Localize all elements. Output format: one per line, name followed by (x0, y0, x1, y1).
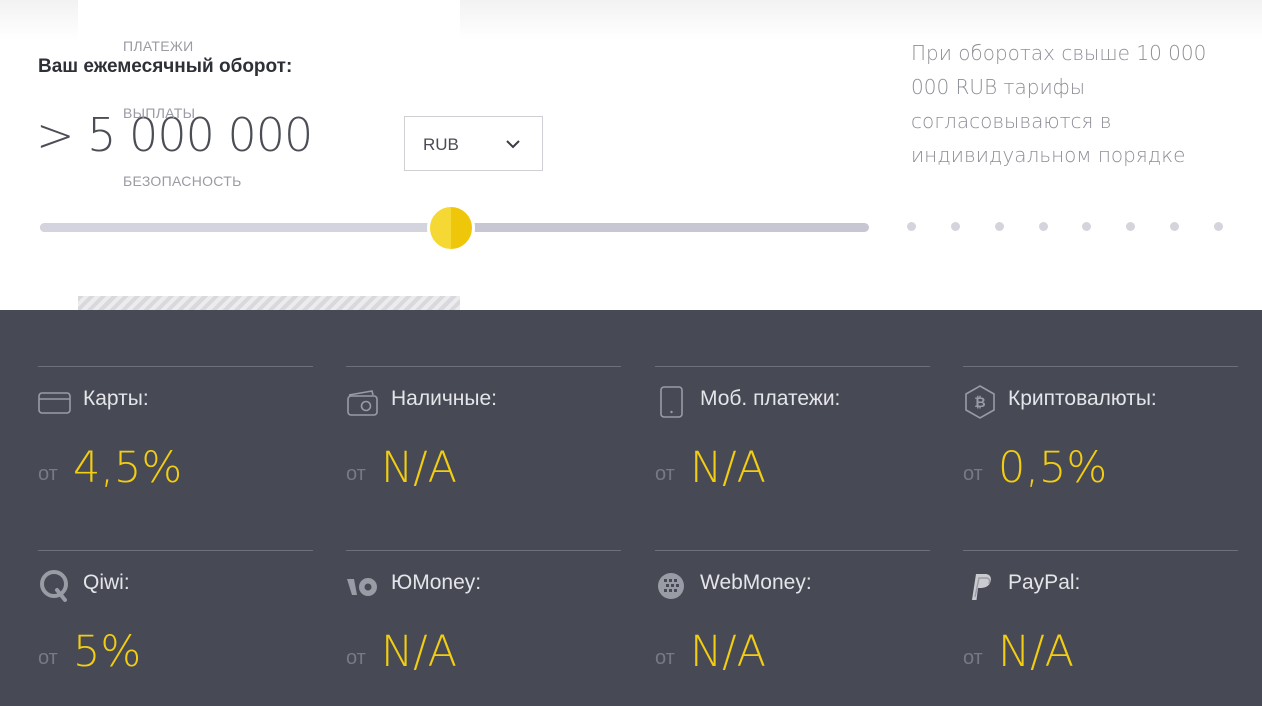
slider-step-dot[interactable] (1214, 222, 1223, 231)
currency-select[interactable]: RUB (404, 116, 543, 171)
calculator-section: Ваш ежемесячный оборот: ПЛАТЕЖИ > 5 000 … (0, 0, 1262, 310)
mobile-icon (660, 386, 683, 418)
slider-step-dot[interactable] (1170, 222, 1179, 231)
slider-step-dot[interactable] (995, 222, 1004, 231)
rate-value: 5% (73, 627, 142, 677)
rate-value: 0,5% (998, 443, 1108, 493)
rate-label: Qiwi: (83, 571, 130, 594)
slider-step-dot[interactable] (1039, 222, 1048, 231)
rate-prefix: от (963, 463, 983, 485)
currency-value: RUB (423, 135, 459, 154)
slider-step-dot[interactable] (1126, 222, 1135, 231)
rate-value: N/A (381, 443, 458, 493)
rate-card-yoomoney: ЮMoney: от N/A (346, 550, 621, 700)
rate-label: Карты: (83, 387, 149, 410)
slider-thumb[interactable] (426, 204, 475, 252)
menu-item-security[interactable]: БЕЗОПАСНОСТЬ (123, 173, 242, 189)
rate-prefix: от (346, 463, 366, 485)
rate-label: Наличные: (391, 387, 497, 410)
menu-item-payments[interactable]: ПЛАТЕЖИ (123, 38, 193, 54)
turnover-note: При оборотах свыше 10 000 000 RUB тарифы… (911, 41, 1207, 167)
rate-label: Криптовалюты: (1008, 387, 1157, 410)
qiwi-icon (40, 570, 68, 602)
rates-section: Карты: от 4,5% Наличные: от N/A Моб. пла… (0, 310, 1262, 706)
rate-card-crypto: ₿ Криптовалюты: от 0,5% (963, 366, 1238, 516)
rate-card-cards: Карты: от 4,5% (38, 366, 313, 516)
card-icon (38, 392, 71, 414)
bitcoin-icon: ₿ (965, 385, 995, 419)
rate-card-paypal: PayPal: от N/A (963, 550, 1238, 700)
paypal-icon (972, 574, 991, 600)
svg-text:₿: ₿ (974, 394, 985, 410)
rate-prefix: от (963, 647, 983, 669)
rate-card-webmoney: WebMoney: от N/A (655, 550, 930, 700)
rate-prefix: от (655, 463, 675, 485)
rate-label: PayPal: (1008, 571, 1081, 594)
rate-prefix: от (38, 463, 58, 485)
rate-value: N/A (381, 627, 458, 677)
rate-prefix: от (38, 647, 58, 669)
rate-card-qiwi: Qiwi: от 5% (38, 550, 313, 700)
yoomoney-icon (347, 578, 377, 596)
slider-fill (40, 223, 455, 232)
rate-label: ЮMoney: (391, 571, 482, 594)
turnover-heading: Ваш ежемесячный оборот: (38, 56, 293, 77)
slider-step-dot[interactable] (907, 222, 916, 231)
webmoney-icon (658, 573, 684, 599)
rate-value: 4,5% (73, 443, 183, 493)
rate-prefix: от (655, 647, 675, 669)
rate-card-mobile: Моб. платежи: от N/A (655, 366, 930, 516)
rate-value: N/A (690, 443, 767, 493)
rate-card-cash: Наличные: от N/A (346, 366, 621, 516)
chevron-down-icon (506, 140, 520, 149)
rate-label: Моб. платежи: (700, 387, 841, 410)
rate-label: WebMoney: (700, 571, 812, 594)
menu-item-payouts[interactable]: ВЫПЛАТЫ (123, 105, 195, 121)
rate-prefix: от (346, 647, 366, 669)
slider-step-dot[interactable] (1082, 222, 1091, 231)
rate-value: N/A (690, 627, 767, 677)
rate-value: N/A (998, 627, 1075, 677)
slider-step-dot[interactable] (951, 222, 960, 231)
cash-icon (347, 390, 378, 416)
